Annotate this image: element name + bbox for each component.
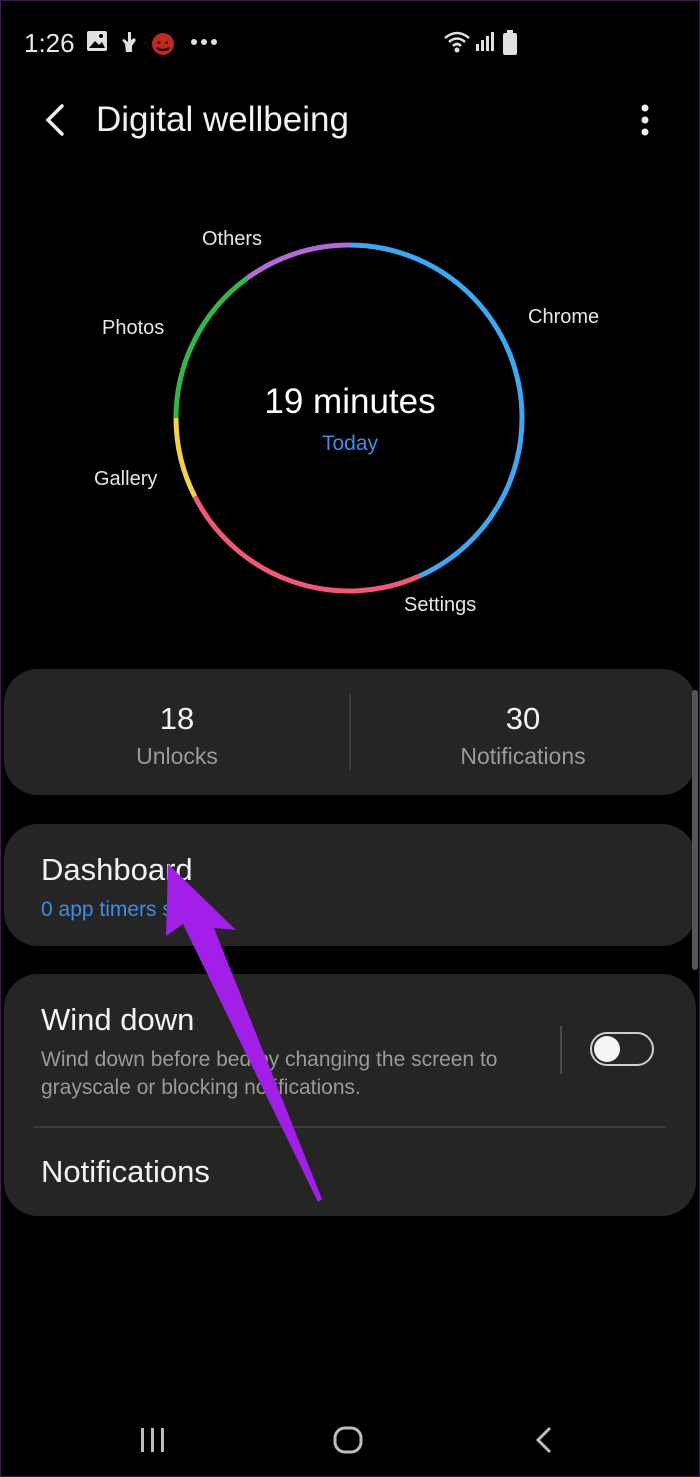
chart-label-others: Others: [202, 228, 263, 250]
dashboard-item[interactable]: Dashboard 0 app timers set: [4, 824, 696, 946]
recent-apps-icon[interactable]: [133, 1420, 173, 1460]
scrollbar[interactable]: [692, 690, 698, 970]
notifications-label: Notifications: [460, 743, 586, 769]
settings-card: Wind down Wind down before bed by changi…: [4, 974, 696, 1216]
unlocks-stat[interactable]: 18 Unlocks: [4, 669, 350, 795]
chart-label-settings: Settings: [404, 594, 477, 616]
ring-segment-gallery: [173, 417, 198, 498]
wind-down-description: Wind down before bed by changing the scr…: [41, 1048, 498, 1099]
wind-down-toggle[interactable]: [590, 1032, 654, 1066]
total-time: 19 minutes: [264, 382, 436, 421]
card-divider: [34, 1126, 666, 1128]
notifications-stat[interactable]: 30 Notifications: [350, 669, 696, 795]
notifications-item[interactable]: Notifications: [41, 1154, 210, 1190]
unlocks-label: Unlocks: [136, 743, 218, 769]
toggle-knob: [594, 1036, 620, 1062]
period-label[interactable]: Today: [200, 432, 500, 456]
home-icon[interactable]: [328, 1420, 368, 1460]
unlocks-count: 18: [159, 701, 195, 736]
chart-label-chrome: Chrome: [528, 306, 600, 328]
ring-segment-settings: [192, 495, 421, 594]
wind-down-title[interactable]: Wind down: [41, 1002, 194, 1038]
toggle-separator: [560, 1026, 562, 1074]
dashboard-title: Dashboard: [41, 852, 193, 887]
chart-label-gallery: Gallery: [94, 468, 158, 490]
dashboard-subtitle: 0 app timers set: [41, 898, 191, 921]
back-icon[interactable]: [525, 1420, 565, 1460]
ring-segment-others: [245, 242, 350, 281]
notifications-count: 30: [505, 701, 541, 736]
stats-card: 18 Unlocks 30 Notifications: [4, 669, 696, 795]
chart-label-photos: Photos: [102, 317, 165, 339]
